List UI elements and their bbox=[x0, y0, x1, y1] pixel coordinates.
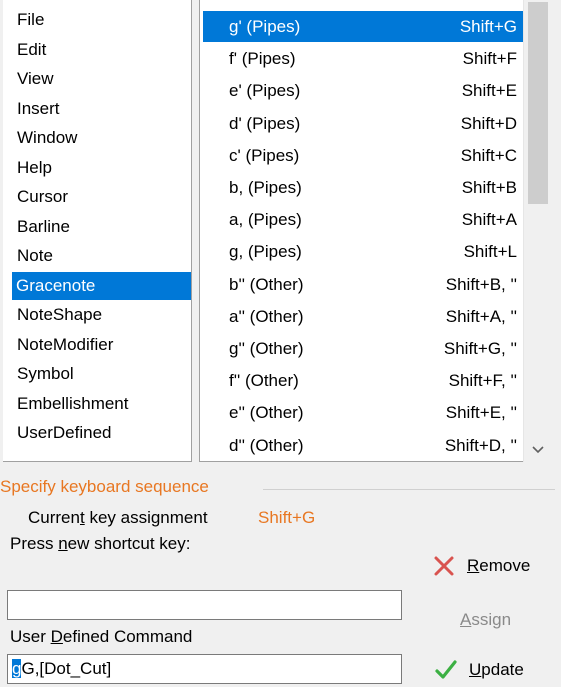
command-row[interactable]: b, (Pipes) Shift+B bbox=[203, 172, 525, 203]
category-item-note[interactable]: Note bbox=[13, 242, 191, 270]
command-row[interactable]: g'' (Other) Shift+G, '' bbox=[203, 333, 525, 364]
category-item-userdefined[interactable]: UserDefined bbox=[13, 419, 191, 447]
command-row[interactable]: e'' (Other) Shift+E, '' bbox=[203, 397, 525, 428]
command-row[interactable]: a, (Pipes) Shift+A bbox=[203, 204, 525, 235]
command-name: d'' (Other) bbox=[229, 435, 304, 455]
command-shortcut: Shift+F bbox=[462, 49, 517, 69]
command-name: e' (Pipes) bbox=[229, 81, 301, 101]
command-name: g' (Pipes) bbox=[229, 17, 301, 36]
press-shortcut-label: Press new shortcut key: bbox=[10, 534, 191, 553]
command-name: f' (Pipes) bbox=[229, 49, 296, 69]
command-list-scrollbar[interactable] bbox=[523, 0, 552, 462]
command-shortcut: Shift+L bbox=[463, 242, 517, 262]
category-item-edit[interactable]: Edit bbox=[13, 36, 191, 64]
command-row[interactable]: e' (Pipes) Shift+E bbox=[203, 75, 525, 106]
command-name: g'' (Other) bbox=[229, 339, 304, 358]
command-row[interactable]: f' (Pipes) Shift+F bbox=[203, 43, 525, 74]
command-shortcut: Shift+B bbox=[461, 178, 517, 197]
group-title: Specify keyboard sequence bbox=[0, 477, 209, 496]
category-item-embellishment[interactable]: Embellishment bbox=[13, 390, 191, 418]
remove-button[interactable]: Remove bbox=[431, 553, 530, 579]
command-row[interactable]: g, (Pipes) Shift+L bbox=[203, 236, 525, 267]
command-row[interactable]: g' (Pipes) Shift+G bbox=[203, 11, 525, 42]
category-item-notemodifier[interactable]: NoteModifier bbox=[13, 331, 191, 359]
command-name: b'' (Other) bbox=[229, 274, 304, 294]
command-shortcut: Shift+D bbox=[460, 113, 517, 133]
command-row[interactable]: b'' (Other) Shift+B, '' bbox=[203, 269, 525, 300]
command-shortcut: Shift+B, '' bbox=[445, 274, 517, 294]
remove-x-icon bbox=[431, 553, 457, 579]
command-shortcut: Shift+G bbox=[459, 17, 517, 36]
current-key-value: Shift+G bbox=[258, 508, 316, 527]
command-shortcut: Shift+D, '' bbox=[444, 435, 517, 455]
command-shortcut: Shift+A, '' bbox=[445, 306, 517, 326]
update-button[interactable]: Update bbox=[433, 657, 524, 683]
category-item-help[interactable]: Help bbox=[13, 154, 191, 182]
command-name: b, (Pipes) bbox=[229, 178, 302, 197]
user-defined-command-label: User Defined Command bbox=[10, 627, 193, 646]
category-item-gracenote[interactable]: Gracenote bbox=[12, 271, 191, 300]
command-shortcut: Shift+E, '' bbox=[445, 403, 517, 423]
command-row[interactable]: f'' (Other) Shift+F, '' bbox=[203, 365, 525, 396]
command-shortcut: Shift+A bbox=[461, 210, 517, 230]
current-key-label: Current key assignment bbox=[28, 508, 208, 527]
scroll-down-arrow-icon[interactable] bbox=[528, 440, 548, 460]
command-name: f'' (Other) bbox=[229, 371, 299, 391]
category-item-cursor[interactable]: Cursor bbox=[13, 183, 191, 211]
command-name: d' (Pipes) bbox=[229, 113, 301, 133]
command-list[interactable]: g' (Pipes) Shift+G f' (Pipes) Shift+F e' (Pi… bbox=[199, 0, 529, 462]
category-item-noteshape[interactable]: NoteShape bbox=[13, 301, 191, 329]
category-item-symbol[interactable]: Symbol bbox=[13, 360, 191, 388]
command-row[interactable]: d'' (Other) Shift+D, '' bbox=[203, 430, 525, 461]
command-shortcut: Shift+E bbox=[461, 81, 517, 101]
category-item-barline[interactable]: Barline bbox=[13, 213, 191, 241]
command-name: e'' (Other) bbox=[229, 403, 304, 423]
category-list[interactable]: File Edit View Insert Window Help Cursor Barlin… bbox=[3, 0, 192, 462]
checkmark-icon bbox=[433, 657, 459, 683]
category-item-file[interactable]: File bbox=[13, 6, 191, 34]
command-row[interactable]: a'' (Other) Shift+A, '' bbox=[203, 301, 525, 332]
command-shortcut: Shift+F, '' bbox=[448, 371, 517, 391]
command-name: a, (Pipes) bbox=[229, 210, 302, 230]
command-shortcut: Shift+G, '' bbox=[443, 339, 517, 358]
command-shortcut: Shift+C bbox=[460, 145, 517, 165]
group-divider bbox=[263, 489, 555, 490]
category-item-window[interactable]: Window bbox=[13, 124, 191, 152]
category-item-insert[interactable]: Insert bbox=[13, 95, 191, 123]
command-name: c' (Pipes) bbox=[229, 145, 300, 165]
command-name: a'' (Other) bbox=[229, 306, 304, 326]
shortcut-input[interactable] bbox=[7, 590, 402, 620]
command-row[interactable]: c' (Pipes) Shift+C bbox=[203, 140, 525, 171]
scrollbar-thumb[interactable] bbox=[528, 2, 548, 204]
assign-button[interactable]: Assign bbox=[460, 610, 511, 630]
category-item-view[interactable]: View bbox=[13, 65, 191, 93]
user-defined-command-input[interactable]: gG,[Dot_Cut] bbox=[7, 654, 402, 684]
command-name: g, (Pipes) bbox=[229, 242, 302, 262]
command-row[interactable]: d' (Pipes) Shift+D bbox=[203, 108, 525, 139]
